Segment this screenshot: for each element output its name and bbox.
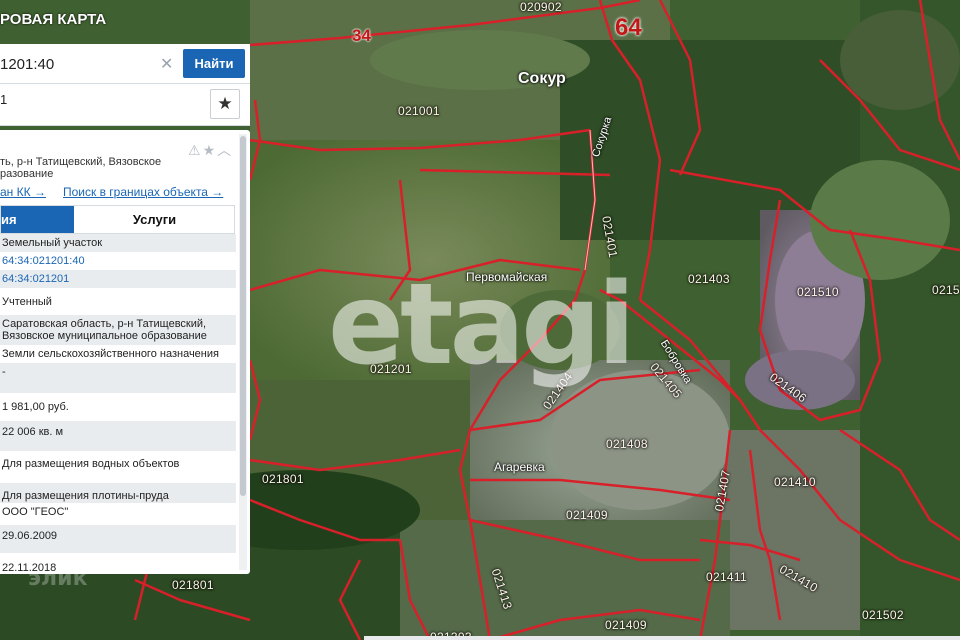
attr-land-category: Земли сельскохозяйственного назначения [2, 348, 219, 360]
parcel-label: 021403 [688, 272, 730, 286]
region-number-label: 64 [615, 14, 642, 41]
attr-cadastral-block[interactable]: 64:34:021201 [0, 270, 236, 288]
attr-registration-date: 29.06.2009 [0, 527, 236, 553]
attr-dash: - [0, 363, 236, 393]
parcel-label: 021801 [172, 578, 214, 592]
attribute-list: Земельный участок 64:34:021201:40 64:34:… [0, 234, 236, 574]
map-footer-strip [364, 636, 960, 640]
parcel-label: 021502 [862, 608, 904, 622]
place-label-agarevka: Агаревка [494, 460, 545, 474]
clear-icon[interactable]: ✕ [160, 54, 173, 74]
favorite-button[interactable]: ★ [210, 89, 240, 119]
find-button[interactable]: Найти [183, 49, 245, 78]
attr-permitted-use: Для размещения водных объектов [2, 458, 180, 470]
attr-engineer: ООО "ГЕОС" [2, 506, 69, 518]
parcel-label: 021410 [774, 475, 816, 489]
place-label-sokur: Сокур [518, 70, 566, 87]
place-label-pervomayskaya: Первомайская [466, 270, 548, 284]
panel-tabs: ия Услуги [0, 205, 235, 234]
search-input[interactable] [0, 50, 180, 78]
parcel-label: 020902 [520, 0, 562, 14]
parcel-label: 021001 [398, 104, 440, 118]
parcel-label: 021409 [605, 618, 647, 632]
chevron-up-icon[interactable]: ︿ [217, 142, 233, 158]
plan-kk-link[interactable]: ан КК → [0, 185, 46, 199]
app-title: РОВАЯ КАРТА [0, 11, 107, 28]
parcel-label: 021411 [706, 570, 747, 584]
panel-scrollbar-thumb[interactable] [240, 136, 246, 496]
parcel-label: 0215 [932, 283, 960, 297]
parcel-label: 021510 [797, 285, 839, 299]
attr-cadastral-value: 1 981,00 руб. [2, 401, 69, 413]
tab-services[interactable]: Услуги [74, 206, 235, 233]
district-number-label: 34 [352, 26, 371, 45]
object-address: ть, р-н Татищевский, Вязовское разование [0, 156, 162, 180]
attr-cadastral-number[interactable]: 64:34:021201:40 [0, 252, 236, 270]
attr-address: Саратовская область, р-н Татищевский, Вя… [0, 315, 236, 345]
search-in-bounds-link[interactable]: Поиск в границах объекта → [63, 185, 223, 199]
parcel-label: 021201 [370, 362, 412, 376]
tab-information[interactable]: ия [1, 206, 74, 233]
parcel-label: 021408 [606, 437, 648, 451]
parcel-label: 021409 [566, 508, 608, 522]
star-icon[interactable]: ★ [203, 142, 218, 158]
attr-update-date: 22.11.2018 [2, 562, 57, 574]
attr-status: Учтенный [2, 296, 52, 308]
star-icon: ★ [217, 94, 233, 113]
attr-object-type: Земельный участок [0, 234, 236, 252]
search-bar: ✕ Найти [0, 44, 250, 84]
result-count: 1 [0, 92, 8, 107]
object-info-panel: ⚠★︿ ть, р-н Татищевский, Вязовское разов… [0, 130, 250, 574]
result-bar: 1 ★ [0, 84, 250, 126]
parcel-label: 021801 [262, 472, 304, 486]
attr-document-use: Для размещения плотины-пруда [0, 487, 236, 503]
attr-area: 22 006 кв. м [0, 423, 236, 451]
